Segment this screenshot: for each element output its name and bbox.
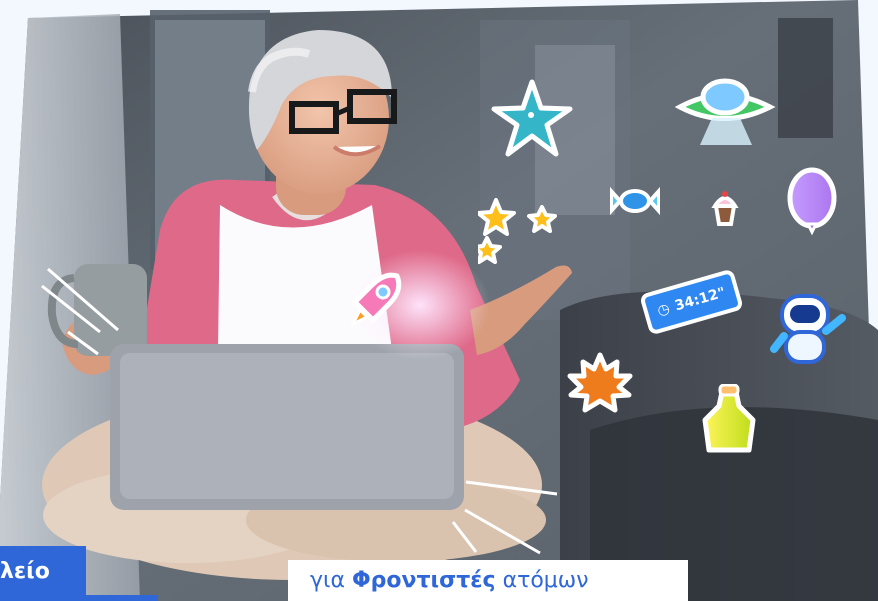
maple-leaf-icon [567, 352, 633, 413]
tagline-bold: Φροντιστές [351, 568, 496, 593]
tagline-suffix: ατόμων [502, 568, 589, 593]
hero-banner: ◷ 34:12" λείο για Φροντιστές ατόμων [0, 0, 878, 601]
robot-astronaut-icon [770, 294, 846, 364]
potion-bottle-icon [702, 384, 756, 453]
star-icon [478, 198, 557, 264]
starfish-icon [491, 79, 573, 157]
cupcake-icon [711, 191, 739, 226]
tagline-prefix: για [310, 568, 345, 593]
ufo-icon [674, 78, 776, 145]
balloon-icon [787, 167, 837, 236]
rocket-icon [349, 272, 402, 328]
tagline-banner: για Φροντιστές ατόμων [288, 560, 688, 601]
left-accent-strip [74, 595, 158, 601]
timer-text: 34:12" [673, 284, 728, 315]
candy-icon [610, 186, 660, 216]
left-text-tab: λείο [0, 546, 86, 601]
left-text-fragment: λείο [0, 559, 50, 584]
timer-icon: ◷ [655, 300, 672, 320]
